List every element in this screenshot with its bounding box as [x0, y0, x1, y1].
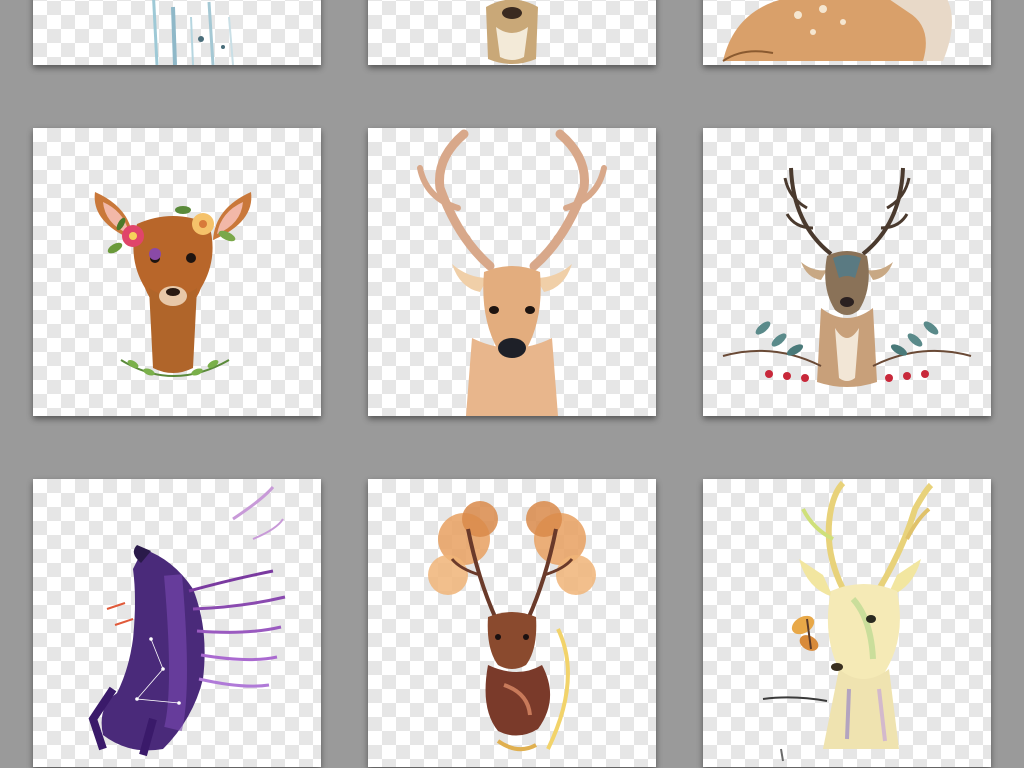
deer-chin-illustration [486, 0, 538, 64]
image-tile-lying-fawn[interactable] [703, 0, 991, 65]
autumn-antler-deer-illustration [428, 501, 596, 752]
image-tile-pastel-deer-butterfly[interactable] [703, 479, 991, 767]
pastel-deer-butterfly-illustration [762, 480, 934, 762]
image-tile-galaxy-deer[interactable] [33, 479, 321, 767]
lying-fawn-illustration [722, 0, 952, 62]
watercolor-stag-illustration [417, 129, 607, 416]
fawn-flower-crown-illustration [94, 192, 252, 377]
image-tile-autumn-antler-deer[interactable] [368, 479, 656, 767]
stag-berry-wreath-illustration [722, 167, 972, 387]
image-tile-watercolor-stag[interactable] [368, 128, 656, 416]
image-tile-stag-berry-wreath[interactable] [703, 128, 991, 416]
galaxy-deer-illustration [88, 486, 286, 757]
watercolor-drips-illustration [152, 0, 234, 65]
image-tile-watercolor-drips[interactable] [33, 0, 321, 65]
image-tile-fawn-flower-crown[interactable] [33, 128, 321, 416]
image-tile-deer-chin[interactable] [368, 0, 656, 65]
